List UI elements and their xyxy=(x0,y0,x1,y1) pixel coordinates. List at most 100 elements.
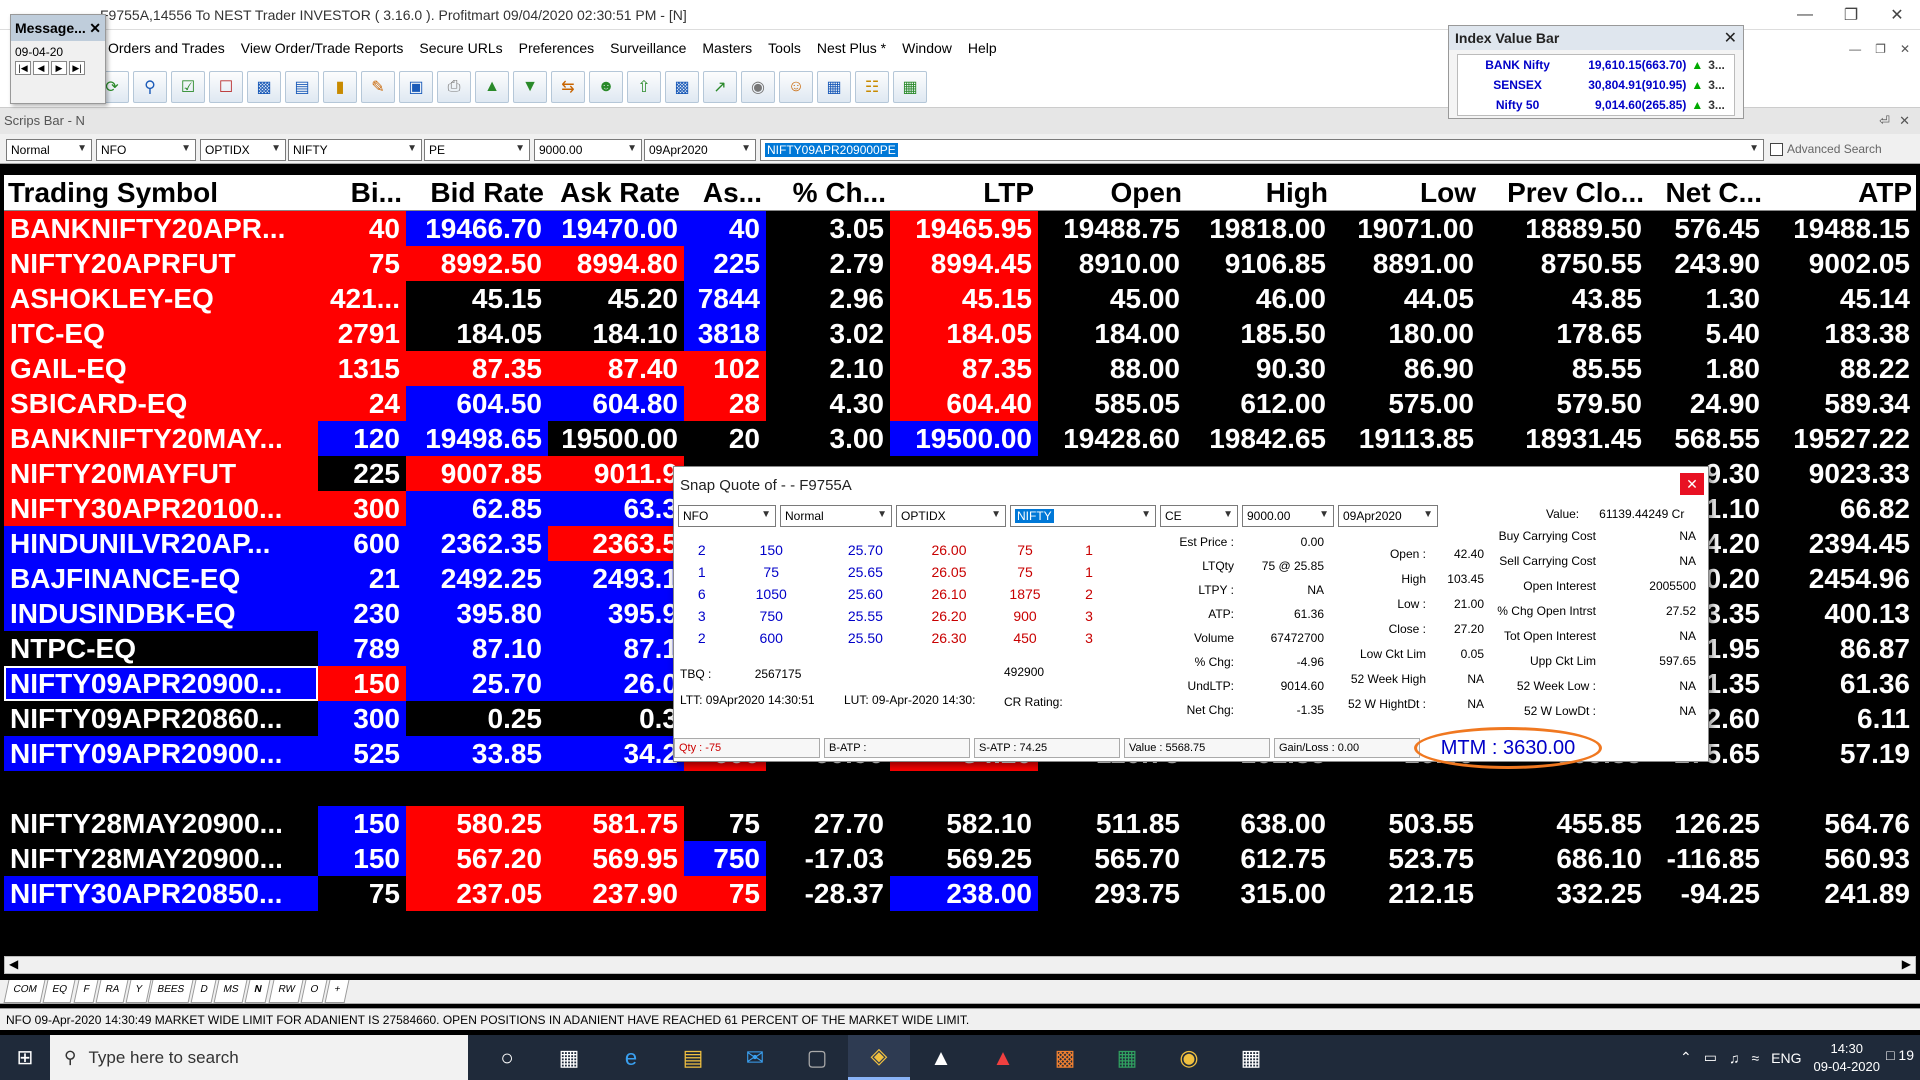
chart-icon[interactable]: ▮ xyxy=(323,71,357,103)
upload-icon[interactable]: ⇧ xyxy=(627,71,661,103)
basket-buy-icon[interactable]: ▲ xyxy=(475,71,509,103)
column-header[interactable]: Bid Rate xyxy=(406,175,548,210)
search-icon[interactable]: ⚲ xyxy=(133,71,167,103)
line-chart-icon[interactable]: ↗ xyxy=(703,71,737,103)
table-row[interactable]: ITC-EQ 2791 184.05 184.10 3818 3.02 184.05 184.… xyxy=(4,316,1916,351)
mail-icon[interactable]: ✉ xyxy=(724,1035,786,1080)
drive-icon[interactable]: ▲ xyxy=(972,1035,1034,1080)
column-header[interactable]: As... xyxy=(684,175,766,210)
windows-start-icon[interactable]: ⊞ xyxy=(0,1035,50,1080)
prev-icon[interactable]: ◀ xyxy=(33,61,49,75)
instrument-select[interactable]: OPTIDX ▼ xyxy=(200,139,286,161)
calculator-icon[interactable]: ▦ xyxy=(1220,1035,1282,1080)
column-header[interactable]: Bi... xyxy=(318,175,406,210)
table-row[interactable]: BANKNIFTY20MAY... 120 19498.65 19500.00 20 3.… xyxy=(4,421,1916,456)
tab-o[interactable]: O xyxy=(300,980,328,1003)
nest-trader-icon[interactable]: ◈ xyxy=(848,1035,910,1080)
table-row[interactable]: ASHOKLEY-EQ 421... 45.15 45.20 7844 2.96 45.15… xyxy=(4,281,1916,316)
close-icon[interactable]: ✕ xyxy=(1874,0,1920,30)
notes-icon[interactable]: ☷ xyxy=(855,71,889,103)
tab-ms[interactable]: MS xyxy=(213,980,248,1003)
menu-item[interactable]: View Order/Trade Reports xyxy=(233,38,412,58)
column-header[interactable]: ATP xyxy=(1766,175,1916,210)
checkbox[interactable] xyxy=(1770,142,1783,156)
tab-rw[interactable]: RW xyxy=(268,980,304,1003)
scrip-select[interactable]: NIFTY09APR209000PE ▼ xyxy=(760,139,1764,161)
index-value-bar[interactable]: Index Value Bar ✕ BANK Nifty 19,610.15(663… xyxy=(1448,25,1744,119)
menu-item[interactable]: Orders and Trades xyxy=(100,38,233,58)
wifi-icon[interactable]: ≈ xyxy=(1751,1050,1759,1066)
column-header[interactable]: Net C... xyxy=(1648,175,1766,210)
taskbar-search[interactable]: ⚲ Type here to search xyxy=(50,1035,468,1080)
excel-icon[interactable]: ▦ xyxy=(1096,1035,1158,1080)
pin-icon[interactable]: ⏎ xyxy=(1879,113,1890,129)
clock[interactable]: 14:30 09-04-2020 xyxy=(1814,1040,1881,1076)
grid-icon[interactable]: ▦ xyxy=(893,71,927,103)
mdi-minimize-icon[interactable]: — xyxy=(1849,42,1861,56)
task-view-icon[interactable]: ▦ xyxy=(538,1035,600,1080)
column-header[interactable]: LTP xyxy=(890,175,1038,210)
tab-d[interactable]: D xyxy=(190,980,217,1003)
table-row[interactable]: BANKNIFTY20APR... 40 19466.70 19470.00 40 3.0… xyxy=(4,211,1916,246)
monitor-icon[interactable]: ▣ xyxy=(399,71,433,103)
camera-icon[interactable]: ◉ xyxy=(741,71,775,103)
app-icon[interactable]: ▲ xyxy=(910,1035,972,1080)
users-icon[interactable]: ☻ xyxy=(589,71,623,103)
cortana-icon[interactable]: ○ xyxy=(476,1035,538,1080)
sell-cart-icon[interactable]: ☐ xyxy=(209,71,243,103)
menu-item[interactable]: Nest Plus * xyxy=(809,38,894,58)
column-header[interactable]: High xyxy=(1186,175,1332,210)
sq-order-type-select[interactable]: Normal ▼ xyxy=(780,505,892,527)
tab-ra[interactable]: RA xyxy=(95,980,129,1003)
expiry-select[interactable]: 09Apr2020 ▼ xyxy=(644,139,756,161)
table-row[interactable]: GAIL-EQ 1315 87.35 87.40 102 2.10 87.35 88.00 90… xyxy=(4,351,1916,386)
menu-item[interactable]: Window xyxy=(894,38,960,58)
tab-bees[interactable]: BEES xyxy=(148,980,194,1003)
sq-option-type-select[interactable]: CE ▼ xyxy=(1160,505,1238,527)
scroll-left-icon[interactable]: ◀ xyxy=(9,957,18,971)
table-row[interactable]: NIFTY28MAY20900... 150 580.25 581.75 75 27.70… xyxy=(4,806,1916,841)
store-icon[interactable]: ▢ xyxy=(786,1035,848,1080)
print-icon[interactable]: ⎙ xyxy=(437,71,471,103)
last-icon[interactable]: ▶| xyxy=(69,61,85,75)
symbol-select[interactable]: NIFTY ▼ xyxy=(288,139,422,161)
horizontal-scrollbar[interactable]: ◀ ▶ xyxy=(4,956,1916,974)
notification-icon[interactable]: □ 19 xyxy=(1886,1047,1914,1063)
advanced-search-checkbox[interactable]: Advanced Search xyxy=(1770,142,1882,156)
sq-symbol-select[interactable]: NIFTY ▼ xyxy=(1010,505,1156,527)
close-icon[interactable]: ✕ xyxy=(89,20,101,36)
table-row[interactable]: NIFTY20APRFUT 75 8992.50 8994.80 225 2.79 8994… xyxy=(4,246,1916,281)
column-header[interactable]: Low xyxy=(1332,175,1480,210)
table-row[interactable]: NIFTY30APR20850... 75 237.05 237.90 75 -28.37… xyxy=(4,876,1916,911)
mdi-restore-icon[interactable]: ❐ xyxy=(1875,42,1886,56)
close-icon[interactable]: ✕ xyxy=(1680,473,1704,495)
mdi-close-icon[interactable]: ✕ xyxy=(1900,42,1910,56)
file-explorer-icon[interactable]: ▤ xyxy=(662,1035,724,1080)
sq-expiry-select[interactable]: 09Apr2020 ▼ xyxy=(1338,505,1438,527)
volume-icon[interactable]: ♫ xyxy=(1729,1050,1740,1066)
office-icon[interactable]: ▩ xyxy=(1034,1035,1096,1080)
chevron-up-icon[interactable]: ⌃ xyxy=(1680,1049,1692,1066)
next-icon[interactable]: ▶ xyxy=(51,61,67,75)
column-header[interactable]: % Ch... xyxy=(766,175,890,210)
minimize-icon[interactable]: — xyxy=(1782,0,1828,30)
strike-select[interactable]: 9000.00 ▼ xyxy=(534,139,642,161)
tab-add[interactable]: + xyxy=(324,980,350,1003)
restore-icon[interactable]: ❐ xyxy=(1828,0,1874,30)
table-row[interactable]: NIFTY28MAY20900... 150 567.20 569.95 750 -17.… xyxy=(4,841,1916,876)
sq-exchange-select[interactable]: NFO ▼ xyxy=(678,505,776,527)
tab-n[interactable]: N xyxy=(244,980,272,1003)
edit-icon[interactable]: ✎ xyxy=(361,71,395,103)
edge-icon[interactable]: e xyxy=(600,1035,662,1080)
close-icon[interactable]: ✕ xyxy=(1724,28,1737,48)
column-header[interactable]: Open xyxy=(1038,175,1186,210)
menu-item[interactable]: Preferences xyxy=(511,38,602,58)
language-indicator[interactable]: ENG xyxy=(1771,1050,1801,1066)
column-header[interactable]: Prev Clo... xyxy=(1480,175,1648,210)
trade-book-icon[interactable]: ▤ xyxy=(285,71,319,103)
snap-quote-window[interactable]: Snap Quote of - - F9755A ✕ NFO ▼ Normal ▼ O… xyxy=(673,466,1709,769)
option-type-select[interactable]: PE ▼ xyxy=(424,139,530,161)
tab-com[interactable]: COM xyxy=(3,980,46,1003)
menu-item[interactable]: Surveillance xyxy=(602,38,694,58)
buy-cart-icon[interactable]: ☑ xyxy=(171,71,205,103)
